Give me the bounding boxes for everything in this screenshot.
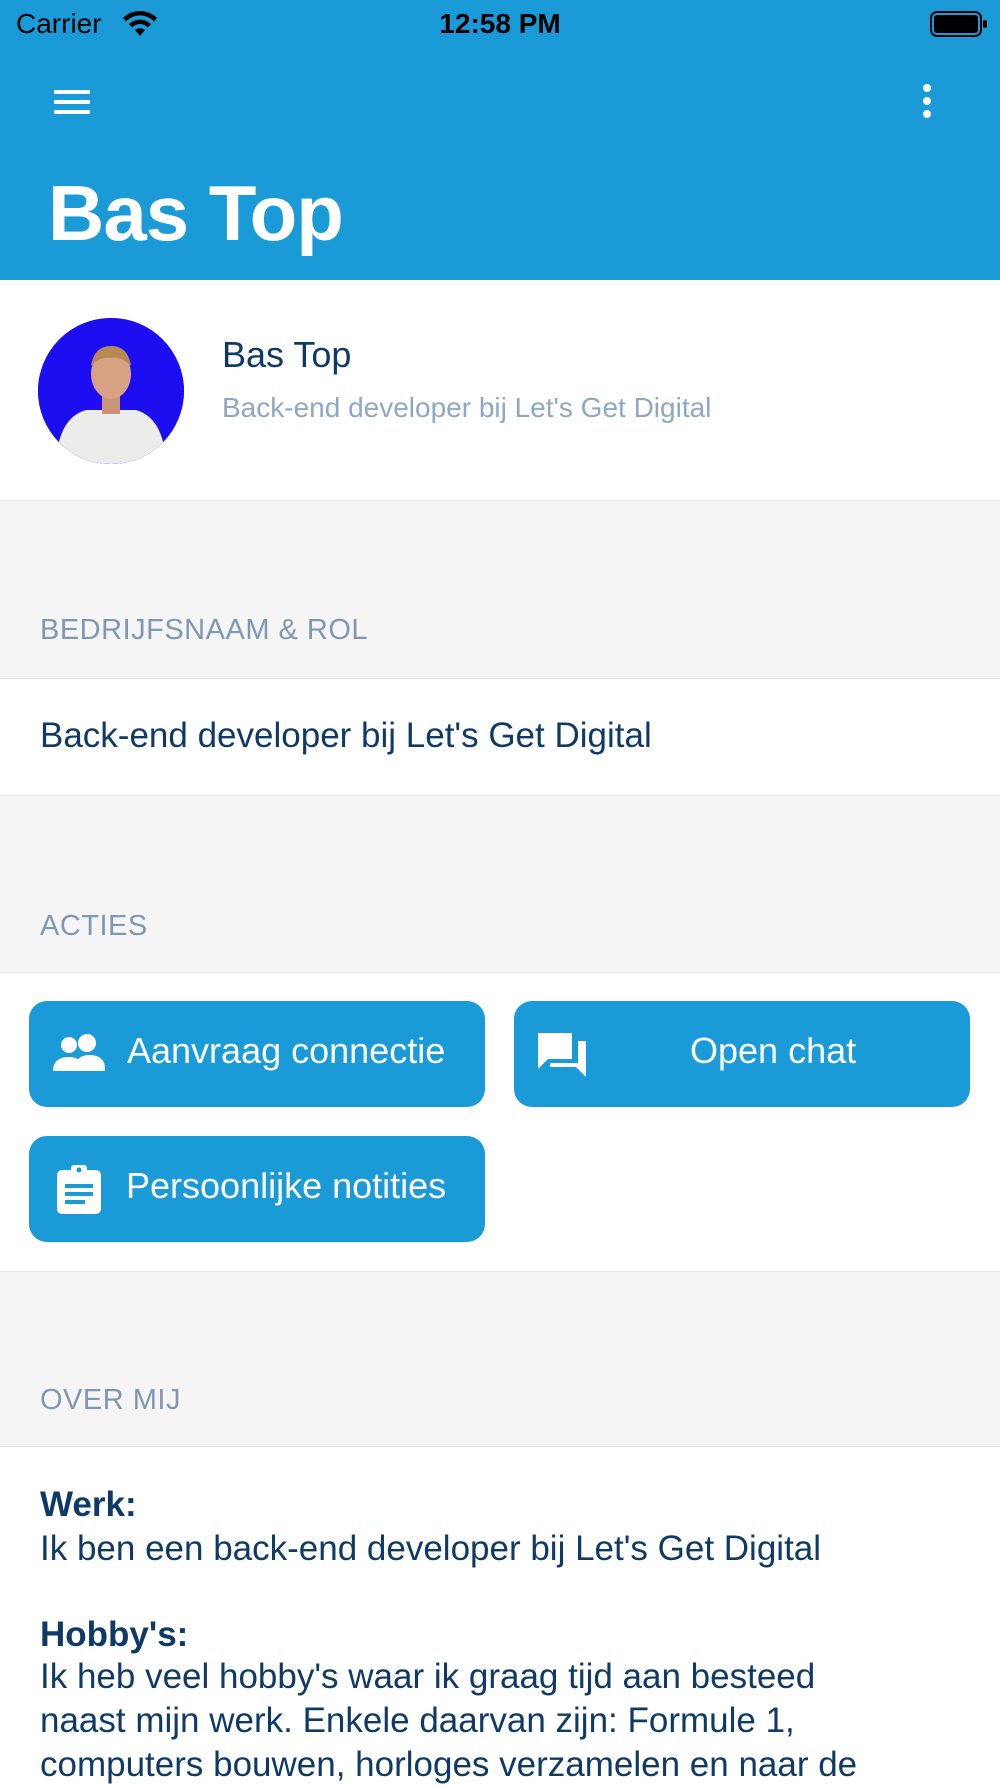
- clock: 12:58 PM: [439, 8, 561, 39]
- request-connection-button[interactable]: Aanvraag connectie: [29, 1001, 485, 1107]
- avatar-photo: [38, 318, 184, 464]
- company-role-value: Back-end developer bij Let's Get Digital: [40, 716, 652, 755]
- app-header: Carrier 12:58 PM Bas Top: [0, 0, 1000, 280]
- page-title: Bas Top: [48, 169, 344, 257]
- actions-card: Aanvraag connectie Open chat Persoonlijk…: [0, 972, 1000, 1272]
- status-bar: Carrier 12:58 PM: [0, 0, 1000, 50]
- request-connection-label: Aanvraag connectie: [127, 1030, 446, 1071]
- clipboard-icon: [57, 1165, 101, 1214]
- hobby-title: Hobby's:: [40, 1615, 189, 1654]
- open-chat-button[interactable]: Open chat: [514, 1001, 970, 1107]
- open-chat-label: Open chat: [690, 1030, 857, 1071]
- hobby-text: Ik heb veel hobby's waar ik graag tijd a…: [40, 1655, 960, 1787]
- hamburger-menu-icon[interactable]: [50, 82, 94, 122]
- hobby-line: computers bouwen, horloges verzamelen en…: [40, 1745, 858, 1784]
- section-label-company: BEDRIJFSNAAM & ROL: [40, 614, 369, 646]
- profile-name: Bas Top: [222, 334, 352, 375]
- more-vertical-icon[interactable]: [912, 80, 942, 124]
- profile-card: Bas Top Back-end developer bij Let's Get…: [0, 280, 1000, 501]
- hobby-line: Ik heb veel hobby's waar ik graag tijd a…: [40, 1657, 816, 1696]
- battery-icon: [930, 11, 987, 37]
- about-card: Werk: Ik ben een back-end developer bij …: [0, 1446, 1000, 1787]
- section-label-actions: ACTIES: [40, 910, 148, 942]
- work-text: Ik ben een back-end developer bij Let's …: [40, 1529, 822, 1568]
- hobby-line: naast mijn werk. Enkele daarvan zijn: Fo…: [40, 1701, 795, 1740]
- avatar: [38, 318, 184, 464]
- section-label-about: OVER MIJ: [40, 1384, 181, 1416]
- company-role-card: Back-end developer bij Let's Get Digital: [0, 678, 1000, 796]
- personal-notes-label: Persoonlijke notities: [126, 1165, 447, 1206]
- personal-notes-button[interactable]: Persoonlijke notities: [29, 1136, 485, 1242]
- work-title: Werk:: [40, 1485, 137, 1524]
- chat-icon: [538, 1033, 586, 1077]
- people-icon: [53, 1034, 105, 1071]
- profile-subtitle: Back-end developer bij Let's Get Digital: [222, 392, 712, 423]
